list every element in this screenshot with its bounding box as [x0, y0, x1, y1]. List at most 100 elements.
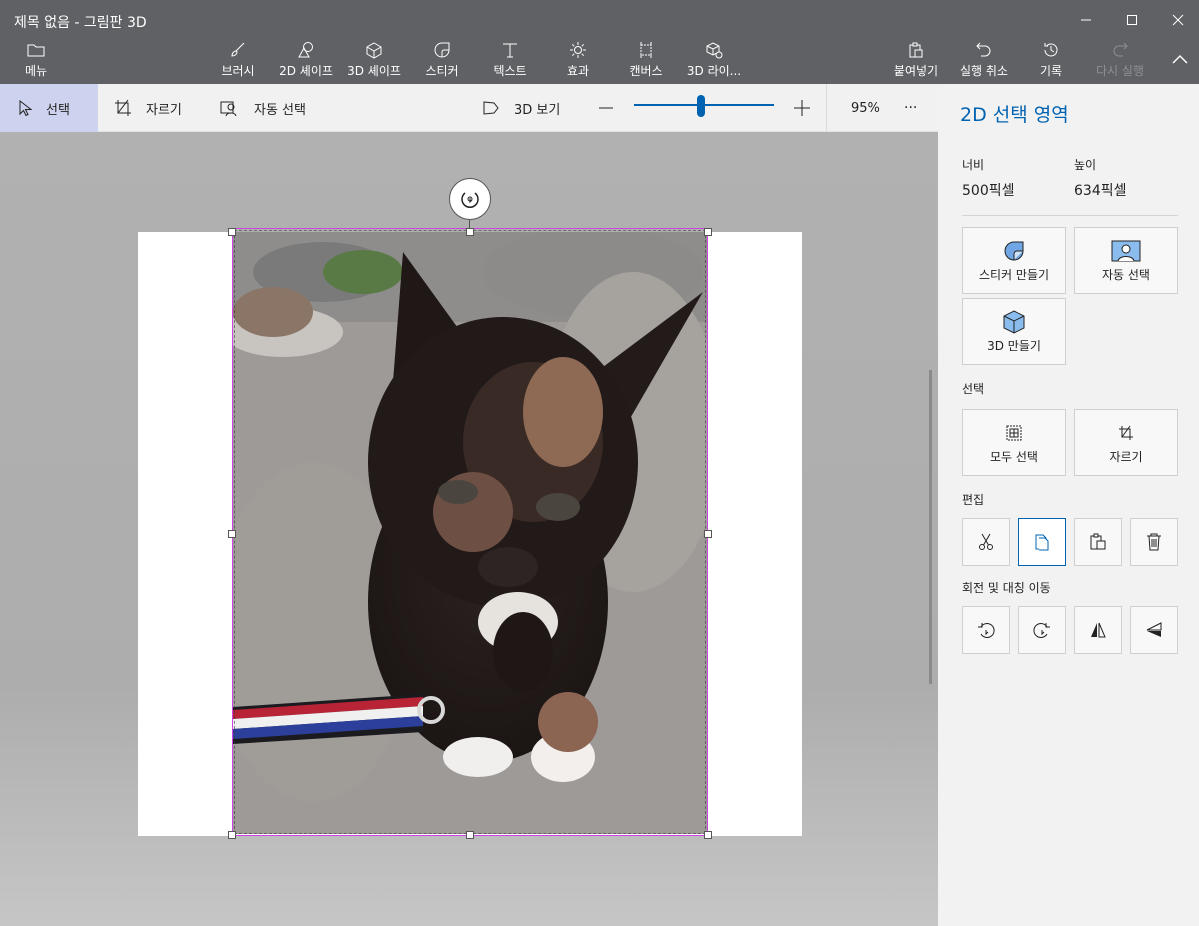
close-button[interactable]: [1158, 8, 1198, 32]
resize-handle-top[interactable]: [466, 228, 474, 236]
effects-label: 효과: [566, 64, 590, 78]
shapes-2d-label: 2D 셰이프: [279, 64, 333, 78]
scissors-icon: [979, 533, 993, 550]
flip-vertical-button[interactable]: [1130, 606, 1178, 654]
rotate-icon: [461, 192, 479, 208]
shapes-3d-label: 3D 셰이프: [347, 64, 401, 78]
paste-label: 붙여넣기: [893, 64, 939, 78]
history-button[interactable]: 기록: [1034, 40, 1068, 80]
toolbar-divider: [826, 84, 827, 132]
resize-handle-bottom-right[interactable]: [704, 831, 712, 839]
shapes-2d-button[interactable]: 2D 셰이프: [276, 40, 336, 80]
minimize-button[interactable]: [1066, 8, 1106, 32]
effects-button[interactable]: 효과: [560, 40, 596, 80]
select-tool-button[interactable]: 선택: [0, 84, 98, 132]
maximize-button[interactable]: [1112, 8, 1152, 32]
delete-button[interactable]: [1130, 518, 1178, 566]
magic-select-button[interactable]: 자동 선택: [220, 84, 306, 132]
paste-panel-button[interactable]: [1074, 518, 1122, 566]
make-sticker-button[interactable]: 스티커 만들기: [962, 227, 1066, 294]
app-toolbar: 제목 없음 - 그림판 3D 메뉴 브러시 2D 셰이프 3D 셰이프 스티커 …: [0, 0, 1199, 84]
flip-horizontal-button[interactable]: [1074, 606, 1122, 654]
vertical-scrollbar[interactable]: [929, 370, 932, 684]
flip-vertical-icon: [1146, 622, 1162, 637]
shapes-2d-icon: [298, 42, 313, 58]
chevron-up-icon[interactable]: [1169, 48, 1191, 70]
rotate-right-icon: [1033, 623, 1050, 638]
window-title: 제목 없음 - 그림판 3D: [14, 15, 147, 31]
menu-button[interactable]: 메뉴: [20, 40, 52, 80]
resize-handle-left[interactable]: [228, 530, 236, 538]
crop-panel-button[interactable]: 자르기: [1074, 409, 1178, 476]
trash-icon: [1147, 533, 1161, 551]
crop-tool-button[interactable]: 자르기: [114, 84, 182, 132]
selection-box[interactable]: [232, 228, 708, 836]
stickers-label: 스티커: [425, 64, 459, 78]
magic-select-icon: [1111, 238, 1141, 264]
copy-icon: [1035, 534, 1049, 551]
cube-icon: [1001, 309, 1027, 335]
library-3d-icon: [706, 42, 723, 59]
zoom-out-button[interactable]: [598, 84, 614, 132]
zoom-in-button[interactable]: [793, 84, 811, 132]
paste-icon: [909, 42, 923, 58]
selection-toolbar: 선택 자르기 자동 선택 3D 보기 95% ···: [0, 84, 938, 132]
make-3d-label: 3D 만들기: [987, 339, 1041, 353]
text-label: 텍스트: [493, 64, 527, 78]
zoom-percentage[interactable]: 95%: [851, 84, 880, 132]
view-3d-button[interactable]: 3D 보기: [482, 84, 560, 132]
text-icon: [503, 43, 517, 58]
view-3d-icon: [482, 99, 500, 117]
make-3d-button[interactable]: 3D 만들기: [962, 298, 1066, 365]
brushes-button[interactable]: 브러시: [218, 40, 258, 80]
more-options-button[interactable]: ···: [904, 84, 917, 132]
width-value[interactable]: 500픽셀: [962, 180, 1014, 200]
crop-icon: [1118, 420, 1134, 446]
close-icon: [1172, 14, 1184, 26]
resize-handle-right[interactable]: [704, 530, 712, 538]
shapes-3d-button[interactable]: 3D 셰이프: [344, 40, 404, 80]
panel-title: 2D 선택 영역: [960, 104, 1069, 126]
plus-icon: [794, 100, 810, 116]
cursor-icon: [18, 100, 32, 116]
select-all-button[interactable]: 모두 선택: [962, 409, 1066, 476]
sticker-icon: [434, 42, 450, 58]
rotate-left-button[interactable]: [962, 606, 1010, 654]
library-3d-button[interactable]: 3D 라이...: [686, 40, 742, 80]
magic-select-icon: [220, 99, 240, 117]
brush-icon: [231, 42, 245, 57]
resize-handle-bottom-left[interactable]: [228, 831, 236, 839]
minus-icon: [599, 107, 613, 109]
folder-icon: [27, 44, 45, 57]
undo-button[interactable]: 실행 취소: [956, 40, 1012, 80]
rotate-handle[interactable]: [449, 178, 491, 220]
brushes-label: 브러시: [221, 64, 255, 78]
copy-button[interactable]: [1018, 518, 1066, 566]
text-button[interactable]: 텍스트: [490, 40, 530, 80]
minimize-icon: [1081, 19, 1091, 21]
menu-label: 메뉴: [24, 64, 48, 78]
resize-handle-top-right[interactable]: [704, 228, 712, 236]
resize-handle-top-left[interactable]: [228, 228, 236, 236]
select-tool-label: 선택: [46, 102, 70, 118]
sun-icon: [570, 42, 586, 58]
redo-icon: [1113, 42, 1128, 57]
rotate-right-button[interactable]: [1018, 606, 1066, 654]
cube-icon: [366, 42, 382, 59]
resize-handle-bottom[interactable]: [466, 831, 474, 839]
redo-button[interactable]: 다시 실행: [1092, 40, 1148, 80]
cut-button[interactable]: [962, 518, 1010, 566]
zoom-slider-thumb[interactable]: [697, 95, 706, 117]
select-all-label: 모두 선택: [990, 450, 1038, 464]
make-sticker-label: 스티커 만들기: [978, 268, 1050, 282]
height-value[interactable]: 634픽셀: [1074, 180, 1126, 200]
stickers-button[interactable]: 스티커: [420, 40, 464, 80]
selection-panel: 2D 선택 영역 너비 높이 500픽셀 634픽셀 스티커 만들기 자동 선택…: [938, 84, 1199, 926]
magic-select-panel-button[interactable]: 자동 선택: [1074, 227, 1178, 294]
redo-label: 다시 실행: [1096, 64, 1144, 78]
magic-select-panel-label: 자동 선택: [1102, 268, 1150, 282]
canvas-button[interactable]: 캔버스: [624, 40, 668, 80]
paste-button[interactable]: 붙여넣기: [890, 40, 942, 80]
select-all-icon: [1006, 420, 1022, 446]
select-section-label: 선택: [962, 382, 985, 396]
